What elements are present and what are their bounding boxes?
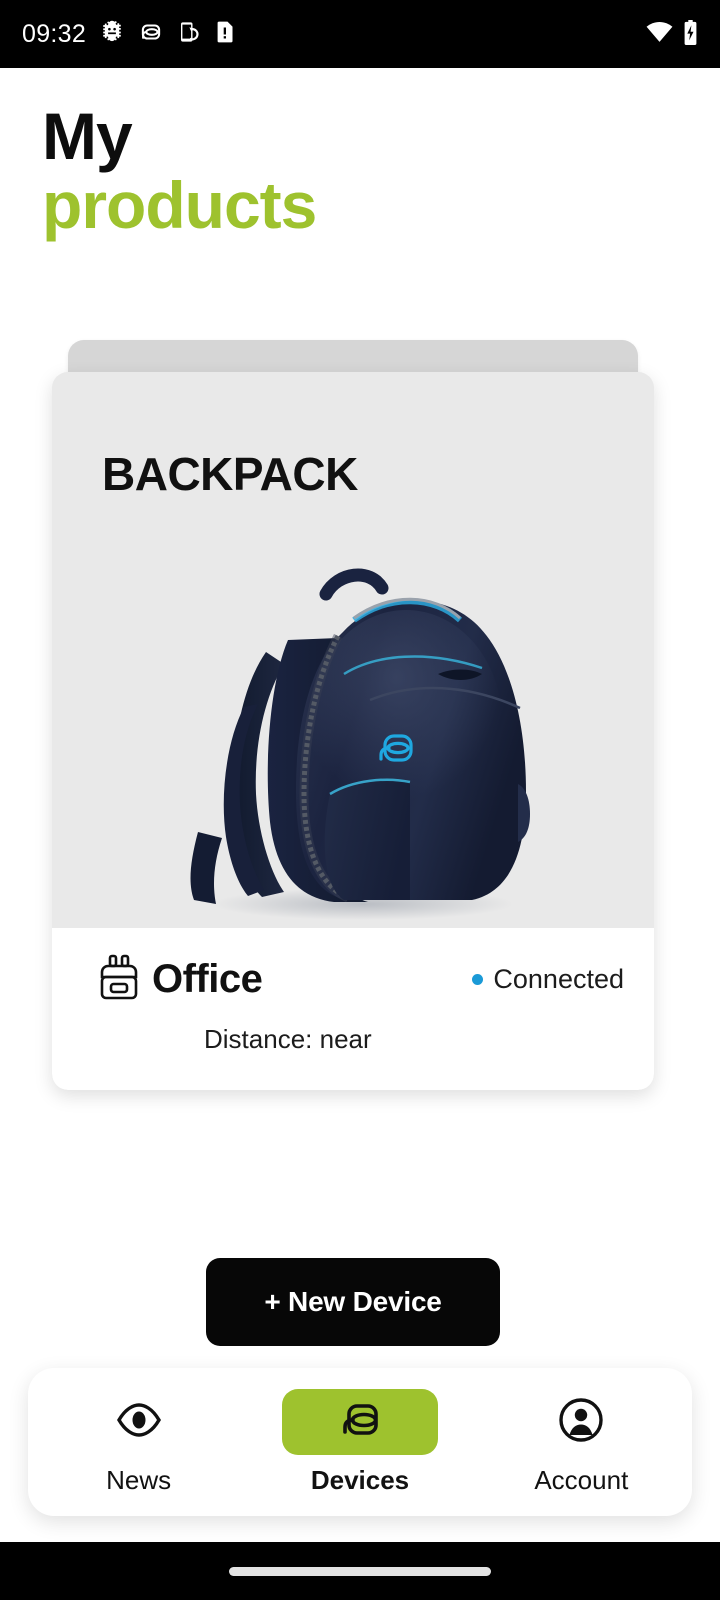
backpack-app-icon [138, 19, 164, 49]
status-bar-left: 09:32 [22, 19, 236, 49]
status-badge: Connected [472, 964, 624, 995]
status-bar-right [646, 19, 698, 49]
phone-sync-icon [177, 20, 201, 48]
nav-label-news: News [106, 1464, 172, 1495]
bug-gear-icon [99, 19, 125, 49]
nav-icon-wrap-devices [281, 1388, 438, 1455]
status-bar-clock: 09:32 [22, 19, 87, 48]
nav-icon-wrap-account [503, 1389, 659, 1455]
device-distance: Distance: near [204, 1024, 372, 1054]
product-category-heading: BACKPACK [102, 448, 358, 500]
nav-label-devices: Devices [310, 1464, 410, 1495]
status-label: Connected [493, 963, 624, 994]
gesture-handle[interactable] [229, 1566, 491, 1576]
battery-charging-icon [683, 19, 698, 49]
backpack-icon [100, 954, 138, 1004]
device-name: Office [152, 956, 263, 1001]
nav-item-devices[interactable]: Devices [249, 1368, 470, 1516]
nav-label-account: Account [534, 1464, 629, 1495]
device-row: Office Connected [100, 954, 624, 1004]
nav-item-news[interactable]: News [28, 1368, 249, 1516]
status-dot-icon [472, 973, 484, 985]
page-title-line-2: products [42, 167, 317, 242]
product-card[interactable]: BACKPACK Office Connected Distance: near [52, 372, 654, 1090]
product-card-stack: BACKPACK Office Connected Distance: near [0, 338, 720, 1098]
product-image [52, 522, 654, 942]
wifi-icon [646, 21, 673, 47]
status-bar: 09:32 [0, 0, 720, 68]
bottom-navigation-bar: News Devices Account [28, 1368, 692, 1516]
eye-icon [116, 1402, 162, 1441]
page-title-line-1: My [42, 99, 133, 173]
product-card-footer: Office Connected Distance: near [52, 928, 654, 1090]
system-gesture-bar [0, 1542, 720, 1600]
page-title: My products [42, 99, 662, 242]
nav-icon-wrap-news [61, 1389, 217, 1455]
add-new-device-button[interactable]: + New Device [206, 1258, 500, 1346]
bag-logo-icon [336, 1396, 384, 1448]
sd-card-alert-icon [214, 20, 236, 48]
account-circle-icon [558, 1397, 604, 1447]
nav-item-account[interactable]: Account [471, 1368, 692, 1516]
